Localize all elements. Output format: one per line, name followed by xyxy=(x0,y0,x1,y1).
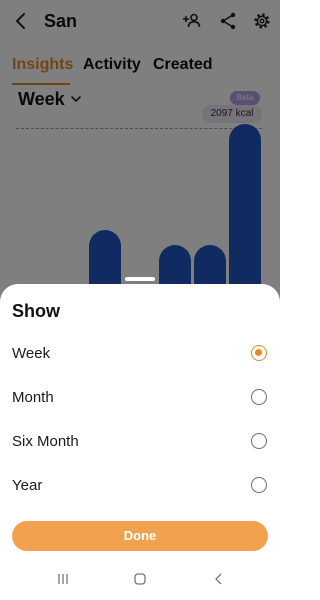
option-month[interactable]: Month xyxy=(0,377,280,417)
home-button[interactable] xyxy=(133,572,147,586)
sheet-drag-handle[interactable] xyxy=(125,277,155,281)
recent-apps-icon xyxy=(58,574,68,584)
option-label: Month xyxy=(12,389,54,406)
radio-selected-icon[interactable] xyxy=(251,345,267,361)
system-back-button[interactable] xyxy=(212,572,226,586)
option-label: Six Month xyxy=(12,433,79,450)
done-button[interactable]: Done xyxy=(12,521,268,551)
recent-apps-button[interactable] xyxy=(56,572,70,586)
radio-icon[interactable] xyxy=(251,389,267,405)
sheet-title: Show xyxy=(12,301,60,321)
option-label: Year xyxy=(12,477,43,494)
radio-icon[interactable] xyxy=(251,477,267,493)
system-nav-bar xyxy=(0,558,280,600)
option-six-month[interactable]: Six Month xyxy=(0,421,280,461)
back-icon xyxy=(215,573,222,585)
show-period-sheet: Show Week Month Six Month Year Done xyxy=(0,284,280,600)
option-year[interactable]: Year xyxy=(0,465,280,505)
radio-icon[interactable] xyxy=(251,433,267,449)
option-label: Week xyxy=(12,345,51,362)
option-week[interactable]: Week xyxy=(0,333,280,373)
home-icon xyxy=(134,573,146,585)
